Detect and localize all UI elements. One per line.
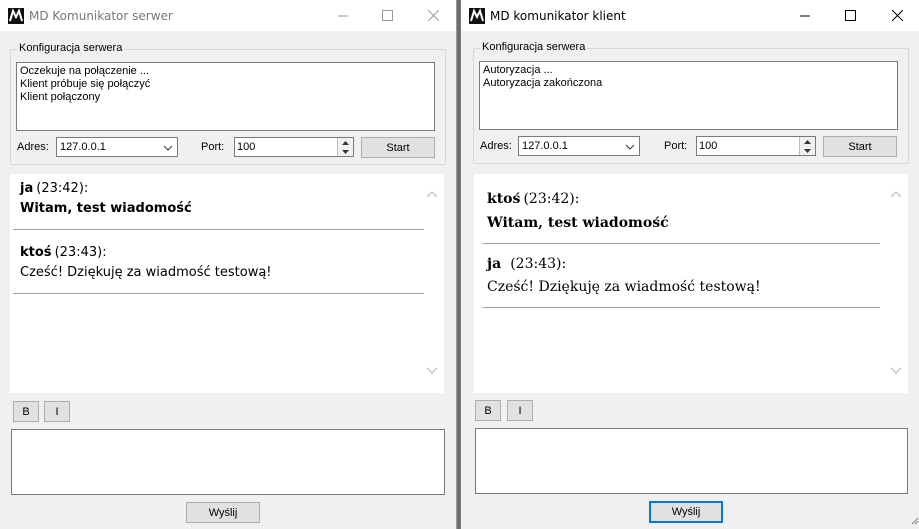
client-window: MD komunikator klient Konfiguracja serwe… bbox=[460, 0, 919, 529]
bold-button[interactable]: B bbox=[475, 400, 501, 421]
sender-name: ja bbox=[487, 256, 502, 272]
message-time: (23:42): bbox=[523, 191, 580, 207]
group-label: Konfiguracja serwera bbox=[480, 41, 588, 53]
message-time: (23:43): bbox=[510, 256, 567, 272]
sender-name: ja bbox=[20, 181, 34, 196]
message-divider bbox=[483, 307, 880, 308]
message-text: Witam, test wiadomość bbox=[20, 201, 192, 216]
message-text: Cześć! Dziękuję za wiadmość testową! bbox=[20, 265, 272, 280]
client-titlebar[interactable]: MD komunikator klient bbox=[461, 0, 919, 31]
server-window: MD Komunikator serwer Konfiguracja serwe… bbox=[0, 0, 457, 529]
message-input[interactable] bbox=[475, 428, 908, 494]
start-button[interactable]: Start bbox=[361, 137, 435, 158]
window-title: MD komunikator klient bbox=[490, 9, 626, 23]
message-input[interactable] bbox=[11, 429, 445, 495]
message-time: (23:42): bbox=[36, 181, 89, 196]
address-combo[interactable]: 127.0.0.1 bbox=[518, 136, 640, 156]
scroll-down-icon[interactable] bbox=[426, 366, 438, 378]
port-value: 100 bbox=[699, 140, 718, 152]
minimize-icon bbox=[338, 11, 348, 21]
log-line: Autoryzacja zakończona bbox=[483, 77, 603, 89]
bold-button[interactable]: B bbox=[13, 401, 39, 422]
scroll-down-icon[interactable] bbox=[890, 366, 902, 378]
start-button[interactable]: Start bbox=[823, 136, 897, 157]
address-combo[interactable]: 127.0.0.1 bbox=[56, 137, 178, 157]
message-text: Witam, test wiadomość bbox=[487, 215, 669, 231]
port-stepper[interactable]: 100 bbox=[696, 136, 816, 156]
address-value: 127.0.0.1 bbox=[522, 140, 568, 152]
spin-down-icon[interactable] bbox=[338, 147, 353, 156]
spin-down-icon[interactable] bbox=[800, 146, 815, 155]
address-label: Adres: bbox=[17, 141, 49, 153]
address-value: 127.0.0.1 bbox=[60, 141, 106, 153]
log-line: Klient próbuje się połączyć bbox=[20, 78, 151, 90]
client-log[interactable]: Autoryzacja ... Autoryzacja zakończona bbox=[479, 61, 898, 130]
server-titlebar[interactable]: MD Komunikator serwer bbox=[0, 0, 456, 31]
group-label: Konfiguracja serwera bbox=[17, 42, 125, 54]
maximize-icon bbox=[381, 10, 393, 21]
minimize-button[interactable] bbox=[320, 0, 366, 31]
italic-button[interactable]: I bbox=[44, 401, 70, 422]
message-divider bbox=[13, 229, 424, 230]
message-time: (23:43): bbox=[54, 245, 107, 260]
minimize-button[interactable] bbox=[782, 0, 828, 31]
message-text: Cześć! Dziękuję za wiadmość testową! bbox=[487, 279, 761, 295]
server-chat-area[interactable]: ja (23:42): Witam, test wiadomość ktoś (… bbox=[10, 174, 444, 393]
resize-grip-icon[interactable] bbox=[910, 516, 919, 528]
italic-button[interactable]: I bbox=[507, 400, 533, 421]
chat-message-header: ktoś (23:42): bbox=[487, 191, 579, 207]
scroll-up-icon[interactable] bbox=[426, 189, 438, 201]
log-line: Oczekuje na połączenie ... bbox=[20, 65, 150, 77]
chat-message-header: ja (23:43): bbox=[487, 256, 566, 272]
port-label: Port: bbox=[664, 140, 688, 152]
log-line: Autoryzacja ... bbox=[483, 64, 553, 76]
port-label: Port: bbox=[201, 141, 225, 153]
maximize-button[interactable] bbox=[364, 0, 410, 31]
chevron-down-icon bbox=[625, 142, 635, 154]
port-stepper[interactable]: 100 bbox=[234, 137, 354, 157]
close-button[interactable] bbox=[874, 0, 919, 31]
chat-message-header: ja (23:42): bbox=[20, 181, 88, 196]
client-chat-area[interactable]: ktoś (23:42): Witam, test wiadomość ja (… bbox=[474, 174, 908, 393]
scroll-up-icon[interactable] bbox=[890, 189, 902, 201]
server-log[interactable]: Oczekuje na połączenie ... Klient próbuj… bbox=[16, 62, 435, 131]
sender-name: ktoś bbox=[487, 191, 521, 207]
close-icon bbox=[427, 10, 439, 21]
window-title: MD Komunikator serwer bbox=[29, 9, 173, 23]
minimize-icon bbox=[800, 11, 810, 21]
message-divider bbox=[483, 243, 880, 244]
md-logo-icon bbox=[469, 8, 485, 24]
sender-name: ktoś bbox=[20, 245, 52, 260]
maximize-icon bbox=[844, 10, 856, 21]
chevron-down-icon bbox=[163, 143, 173, 155]
send-button[interactable]: Wyślij bbox=[186, 502, 260, 523]
send-button[interactable]: Wyślij bbox=[649, 501, 723, 523]
log-line: Klient połączony bbox=[20, 91, 101, 103]
close-icon bbox=[891, 10, 903, 21]
md-logo-icon bbox=[8, 8, 24, 24]
maximize-button[interactable] bbox=[827, 0, 873, 31]
port-value: 100 bbox=[237, 141, 256, 153]
address-label: Adres: bbox=[480, 140, 512, 152]
message-divider bbox=[13, 293, 424, 294]
chat-message-header: ktoś (23:43): bbox=[20, 245, 107, 260]
close-button[interactable] bbox=[410, 0, 456, 31]
